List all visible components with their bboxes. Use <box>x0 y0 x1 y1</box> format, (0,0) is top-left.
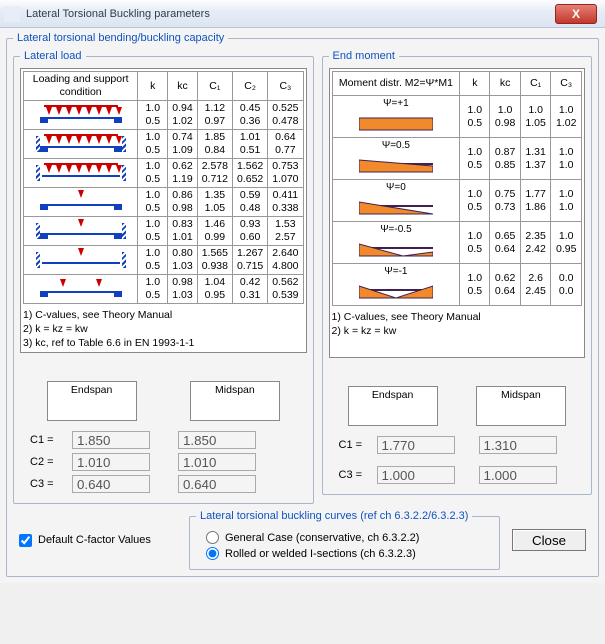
curves-legend: Lateral torsional buckling curves (ref c… <box>196 510 472 522</box>
close-button[interactable]: Close <box>512 529 586 551</box>
em-midspan-diagram: Midspan <box>476 386 566 426</box>
curves-rolled-label: Rolled or welded I-sections (ch 6.3.2.3) <box>225 548 416 560</box>
load-diagram-icon <box>24 188 138 217</box>
curves-group: Lateral torsional buckling curves (ref c… <box>189 510 500 570</box>
ll-header-diagram: Loading and support condition <box>24 72 138 101</box>
window-title: Lateral Torsional Buckling parameters <box>26 8 210 20</box>
ll-endspan-diagram: Endspan <box>47 381 137 421</box>
moment-diagram-icon: Ψ=0.5 <box>337 139 456 178</box>
em-c3-label: C3 = <box>329 469 373 481</box>
em-note-1: 1) C-values, see Theory Manual <box>332 310 582 324</box>
em-header-c3: C₃ <box>551 72 582 96</box>
lateral-load-row: 1.00.50.831.011.460.990.930.601.532.57 <box>24 217 304 246</box>
lateral-load-row: 1.00.50.621.192.5780.7121.5620.6520.7531… <box>24 159 304 188</box>
ll-c3-endspan[interactable] <box>72 475 150 493</box>
em-c3-midspan[interactable] <box>479 466 557 484</box>
curves-rolled-row[interactable]: Rolled or welded I-sections (ch 6.3.2.3) <box>206 547 493 560</box>
em-header-c1: C₁ <box>520 72 551 96</box>
em-endspan-diagram: Endspan <box>348 386 438 426</box>
moment-diagram-icon: Ψ=0 <box>337 181 456 220</box>
ll-c2-label: C2 = <box>20 456 64 468</box>
app-icon <box>4 6 20 22</box>
curves-general-row[interactable]: General Case (conservative, ch 6.3.2.2) <box>206 531 493 544</box>
ll-note-3: 3) kc, ref to Table 6.6 in EN 1993-1-1 <box>23 336 304 350</box>
load-diagram-icon <box>24 246 138 275</box>
end-moment-table: Moment distr. M2=Ψ*M1 k kc C₁ C₃ Ψ=+11.0… <box>332 71 582 306</box>
end-moment-table-wrap: Moment distr. M2=Ψ*M1 k kc C₁ C₃ Ψ=+11.0… <box>329 68 585 358</box>
lateral-load-legend: Lateral load <box>20 50 86 62</box>
ll-c1-midspan[interactable] <box>178 431 256 449</box>
curves-rolled-radio[interactable] <box>206 547 219 560</box>
load-diagram-icon <box>24 101 138 130</box>
end-moment-notes: 1) C-values, see Theory Manual 2) k = kz… <box>332 310 582 338</box>
ll-header-k: k <box>138 72 168 101</box>
lateral-load-notes: 1) C-values, see Theory Manual 2) k = kz… <box>23 308 304 350</box>
ll-c2-midspan[interactable] <box>178 453 256 471</box>
em-note-2: 2) k = kz = kw <box>332 324 582 338</box>
lateral-load-row: 1.00.50.981.031.040.950.420.310.5620.539 <box>24 275 304 304</box>
em-c1-midspan[interactable] <box>479 436 557 454</box>
capacity-legend: Lateral torsional bending/buckling capac… <box>13 32 228 44</box>
curves-general-label: General Case (conservative, ch 6.3.2.2) <box>225 532 419 544</box>
em-c1-endspan[interactable] <box>377 436 455 454</box>
load-diagram-icon <box>24 130 138 159</box>
ll-header-c3: C₃ <box>268 72 303 101</box>
capacity-group: Lateral torsional bending/buckling capac… <box>6 32 599 577</box>
ll-header-c2: C₂ <box>232 72 267 101</box>
load-diagram-icon <box>24 275 138 304</box>
default-c-factor-checkbox[interactable] <box>19 534 32 547</box>
ll-note-1: 1) C-values, see Theory Manual <box>23 308 304 322</box>
curves-general-radio[interactable] <box>206 531 219 544</box>
moment-diagram-icon: Ψ=+1 <box>337 97 456 136</box>
em-c1-label: C1 = <box>329 439 373 451</box>
ll-header-c1: C₁ <box>197 72 232 101</box>
lateral-load-row: 1.00.50.860.981.351.050.590.480.4110.338 <box>24 188 304 217</box>
end-moment-row: Ψ=+11.00.51.00.981.01.051.01.02 <box>332 96 581 138</box>
em-header-diagram: Moment distr. M2=Ψ*M1 <box>332 72 460 96</box>
end-moment-row: Ψ=0.51.00.50.870.851.311.371.01.0 <box>332 138 581 180</box>
lateral-load-table: Loading and support condition k kc C₁ C₂… <box>23 71 304 304</box>
load-diagram-icon <box>24 159 138 188</box>
ll-midspan-diagram: Midspan <box>190 381 280 421</box>
titlebar: Lateral Torsional Buckling parameters X <box>0 0 605 28</box>
default-c-factor-label: Default C-factor Values <box>38 534 151 546</box>
load-diagram-icon <box>24 217 138 246</box>
ll-note-2: 2) k = kz = kw <box>23 322 304 336</box>
ll-c3-label: C3 = <box>20 478 64 490</box>
end-moment-group: End moment Moment distr. M2=Ψ*M1 k kc C₁… <box>322 50 592 495</box>
end-moment-row: Ψ=-0.51.00.50.650.642.352.421.00.95 <box>332 222 581 264</box>
lateral-load-group: Lateral load Loading and support conditi… <box>13 50 314 504</box>
end-moment-row: Ψ=01.00.50.750.731.771.861.01.0 <box>332 180 581 222</box>
ll-c3-midspan[interactable] <box>178 475 256 493</box>
window-close-button[interactable]: X <box>555 4 597 24</box>
moment-diagram-icon: Ψ=-0.5 <box>337 223 456 262</box>
em-header-k: k <box>460 72 490 96</box>
lateral-load-table-wrap: Loading and support condition k kc C₁ C₂… <box>20 68 307 353</box>
em-header-kc: kc <box>490 72 521 96</box>
ll-header-kc: kc <box>168 72 197 101</box>
lateral-load-row: 1.00.50.741.091.850.841.010.510.640.77 <box>24 130 304 159</box>
em-c3-endspan[interactable] <box>377 466 455 484</box>
end-moment-row: Ψ=-11.00.50.620.642.62.450.00.0 <box>332 264 581 306</box>
ll-c2-endspan[interactable] <box>72 453 150 471</box>
ll-c1-label: C1 = <box>20 434 64 446</box>
lateral-load-row: 1.00.50.801.031.5650.9381.2670.7152.6404… <box>24 246 304 275</box>
ll-c1-endspan[interactable] <box>72 431 150 449</box>
end-moment-legend: End moment <box>329 50 399 62</box>
lateral-load-row: 1.00.50.941.021.120.970.450.360.5250.478 <box>24 101 304 130</box>
moment-diagram-icon: Ψ=-1 <box>337 265 456 304</box>
